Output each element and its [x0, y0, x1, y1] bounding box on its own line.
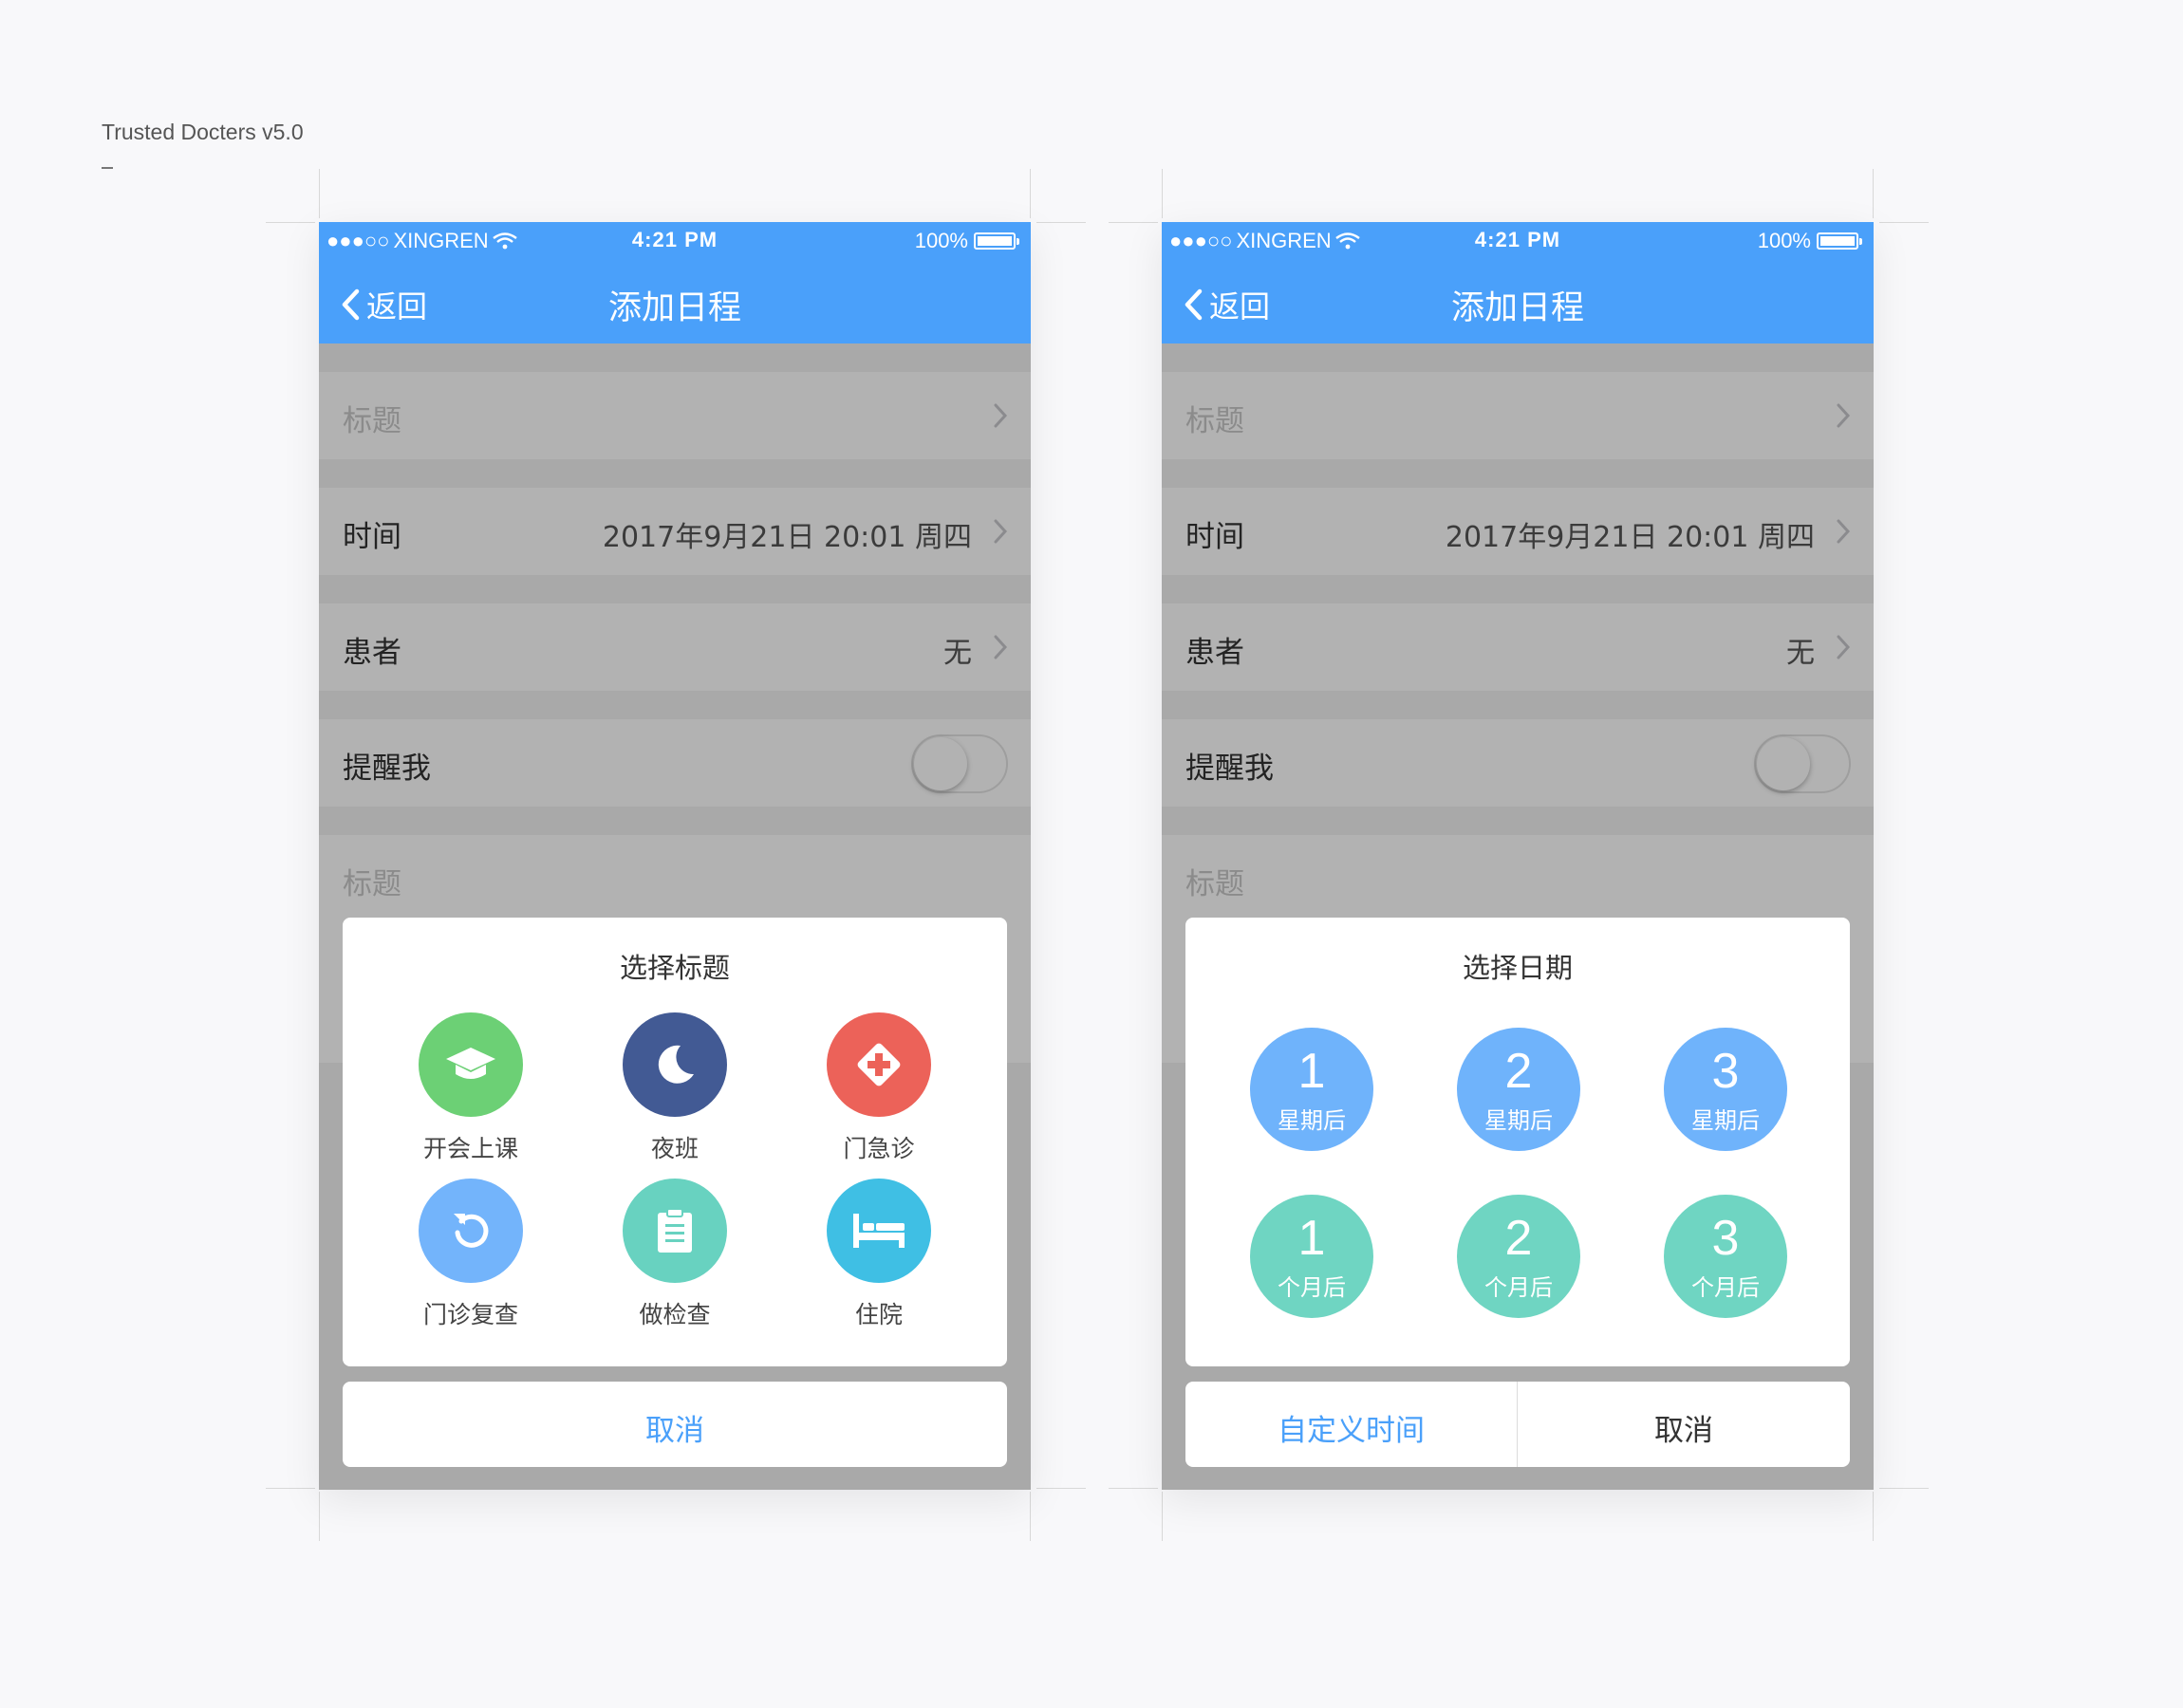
crop-mark [1109, 1488, 1158, 1489]
top-bar: ●●●○○ XINGREN 4:21 PM 100% 返回 添加日程 [1162, 222, 1874, 343]
phone-screen-select-title: ●●●○○ XINGREN 4:21 PM 100% 返回 添加日程 标题 时间 [319, 222, 1031, 1490]
option-label: 住院 [854, 1301, 903, 1328]
crop-mark [1109, 222, 1158, 223]
moon-icon [623, 1012, 727, 1117]
option-label: 夜班 [650, 1135, 699, 1162]
clipboard-icon [623, 1179, 727, 1283]
date-number: 1 [1297, 1211, 1326, 1266]
date-number: 3 [1711, 1211, 1740, 1266]
nav-bar: 返回 添加日程 [319, 260, 1031, 343]
crop-mark [266, 1488, 315, 1489]
battery-percent: 100% [1757, 229, 1811, 252]
caption-dash [102, 167, 113, 169]
crop-mark [1873, 1492, 1874, 1541]
two-weeks-later-button[interactable]: 2 星期后 [1457, 1028, 1580, 1151]
option-exam[interactable]: 做检查 [599, 1179, 751, 1330]
crop-mark [319, 169, 320, 218]
option-label: 门诊复查 [422, 1301, 518, 1328]
option-hospitalize[interactable]: 住院 [803, 1179, 955, 1330]
cancel-button[interactable]: 取消 [1518, 1382, 1850, 1467]
one-week-later-button[interactable]: 1 星期后 [1250, 1028, 1373, 1151]
graduation-cap-icon [419, 1012, 523, 1117]
form-content: 标题 时间 2017年9月21日 20:01 周四 患者 无 提醒我 标题 选择… [1162, 343, 1874, 1490]
page-title: 添加日程 [607, 289, 741, 327]
three-weeks-later-button[interactable]: 3 星期后 [1664, 1028, 1787, 1151]
two-months-later-button[interactable]: 2 个月后 [1457, 1195, 1580, 1318]
option-night-shift[interactable]: 夜班 [599, 1012, 751, 1164]
option-meeting[interactable]: 开会上课 [395, 1012, 547, 1164]
date-number: 2 [1504, 1044, 1533, 1099]
cancel-label: 取消 [645, 1414, 704, 1448]
date-unit: 个月后 [1484, 1274, 1553, 1301]
crop-mark [1162, 1492, 1163, 1541]
refresh-icon [419, 1179, 523, 1283]
date-number: 1 [1297, 1044, 1326, 1099]
sheet-title: 选择日期 [1462, 952, 1573, 984]
custom-time-button[interactable]: 自定义时间 [1185, 1382, 1518, 1467]
crop-mark [1036, 1488, 1086, 1489]
date-number: 2 [1504, 1211, 1533, 1266]
battery-icon [974, 232, 1019, 250]
select-date-sheet: 选择日期 1 星期后 2 星期后 3 星期后 1 个月后 2 个月后 3 个月后 [1185, 918, 1850, 1366]
date-action-bar: 自定义时间 取消 [1185, 1382, 1850, 1467]
page-title: 添加日程 [1450, 289, 1584, 327]
phone-screen-select-date: ●●●○○ XINGREN 4:21 PM 100% 返回 添加日程 标题 时间 [1162, 222, 1874, 1490]
crop-mark [1879, 1488, 1929, 1489]
top-bar: ●●●○○ XINGREN 4:21 PM 100% 返回 添加日程 [319, 222, 1031, 343]
select-title-sheet: 选择标题 开会上课 夜班 门急诊 门诊复查 做检查 住院 [343, 918, 1007, 1366]
option-label: 做检查 [639, 1301, 711, 1328]
nav-bar: 返回 添加日程 [1162, 260, 1874, 343]
date-unit: 个月后 [1691, 1274, 1760, 1301]
date-number: 3 [1711, 1044, 1740, 1099]
three-months-later-button[interactable]: 3 个月后 [1664, 1195, 1787, 1318]
crop-mark [319, 1492, 320, 1541]
crop-mark [1879, 222, 1929, 223]
option-followup[interactable]: 门诊复查 [395, 1179, 547, 1330]
option-label: 开会上课 [422, 1135, 518, 1162]
crop-mark [1030, 169, 1031, 218]
crop-mark [266, 222, 315, 223]
medical-cross-icon [827, 1012, 931, 1117]
status-bar: ●●●○○ XINGREN 4:21 PM 100% [319, 222, 1031, 260]
one-month-later-button[interactable]: 1 个月后 [1250, 1195, 1373, 1318]
sheet-title: 选择标题 [619, 952, 730, 984]
option-label: 门急诊 [843, 1135, 915, 1162]
crop-mark [1873, 169, 1874, 218]
battery-percent: 100% [914, 229, 968, 252]
cancel-button[interactable]: 取消 [343, 1382, 1007, 1467]
date-unit: 星期后 [1278, 1107, 1346, 1134]
caption: Trusted Docters v5.0 [102, 120, 304, 144]
form-content: 标题 时间 2017年9月21日 20:01 周四 患者 无 提醒我 标题 选择… [319, 343, 1031, 1490]
crop-mark [1162, 169, 1163, 218]
status-bar: ●●●○○ XINGREN 4:21 PM 100% [1162, 222, 1874, 260]
crop-mark [1030, 1492, 1031, 1541]
option-emergency[interactable]: 门急诊 [803, 1012, 955, 1164]
date-unit: 个月后 [1278, 1274, 1346, 1301]
crop-mark [1036, 222, 1086, 223]
date-unit: 星期后 [1484, 1107, 1553, 1134]
date-unit: 星期后 [1691, 1107, 1760, 1134]
bed-icon [827, 1179, 931, 1283]
battery-icon [1817, 232, 1862, 250]
